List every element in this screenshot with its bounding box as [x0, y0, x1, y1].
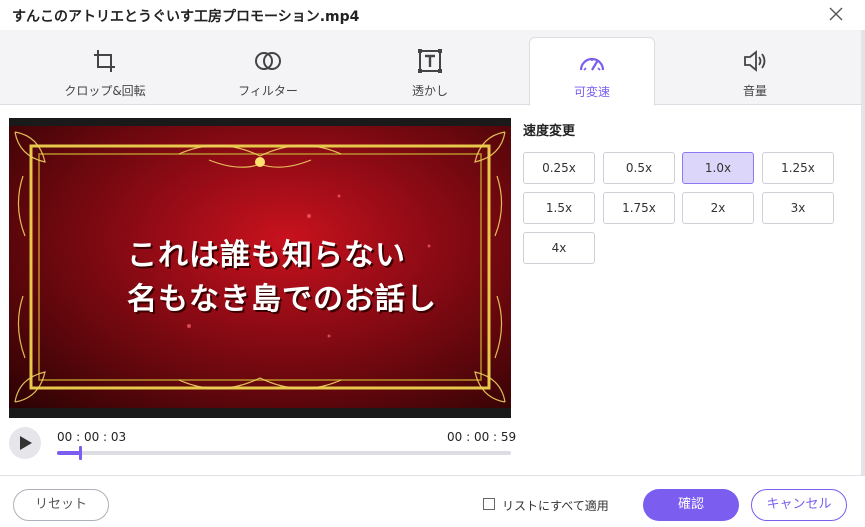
tab-label: 可変速 — [573, 85, 610, 99]
watermark-icon — [418, 49, 442, 73]
title-bar: すんこのアトリエとうぐいす工房プロモーション.mp4 — [0, 0, 865, 30]
close-button[interactable] — [826, 4, 846, 24]
speed-option-button[interactable]: 0.5x — [603, 152, 675, 184]
speed-option-button[interactable]: 3x — [762, 192, 834, 224]
reset-button[interactable]: リセット — [13, 489, 109, 521]
video-caption-line-1: これは誰も知らない — [127, 238, 406, 273]
tab-bar: クロップ&回転 フィルター 透かし 可変速 音量 — [0, 30, 865, 106]
playback-handle[interactable] — [78, 446, 82, 460]
tab-crop-rotate[interactable]: クロップ&回転 — [40, 30, 170, 105]
video-caption-line-2: 名もなき島でのお話し — [127, 282, 437, 317]
confirm-button[interactable]: 確認 — [643, 489, 739, 521]
speed-option-button[interactable]: 1.75x — [603, 192, 675, 224]
volume-icon — [744, 50, 766, 72]
tab-filter[interactable]: フィルター — [203, 30, 333, 105]
tab-label: フィルター — [238, 84, 298, 98]
total-time: 00 : 00 : 59 — [447, 430, 517, 444]
tab-watermark[interactable]: 透かし — [365, 30, 495, 105]
speed-option-button[interactable]: 2x — [682, 192, 754, 224]
play-button[interactable] — [9, 427, 41, 459]
speed-option-button[interactable]: 1.25x — [762, 152, 834, 184]
crop-rotate-icon — [94, 50, 115, 72]
speed-heading: 速度変更 — [523, 124, 576, 139]
speed-option-button[interactable]: 0.25x — [523, 152, 595, 184]
footer: リセット リストにすべて適用 確認 キャンセル — [0, 475, 865, 527]
apply-all-checkbox[interactable] — [483, 498, 495, 510]
filter-icon — [255, 52, 281, 70]
playback-progress — [57, 451, 80, 455]
tab-label: クロップ&回転 — [64, 84, 146, 98]
scrollbar[interactable] — [861, 30, 865, 475]
play-icon[interactable] — [19, 435, 33, 451]
window-title: すんこのアトリエとうぐいす工房プロモーション.mp4 — [12, 9, 360, 25]
playback-slider[interactable] — [57, 446, 511, 460]
speed-option-button[interactable]: 1.5x — [523, 192, 595, 224]
tab-label: 透かし — [411, 84, 448, 98]
speed-option-button[interactable]: 1.0x — [682, 152, 754, 184]
close-icon[interactable] — [826, 4, 846, 24]
tab-volume[interactable]: 音量 — [690, 30, 820, 105]
current-time: 00 : 00 : 03 — [57, 430, 127, 444]
cancel-button[interactable]: キャンセル — [751, 489, 847, 521]
tab-speed[interactable]: 可変速 — [529, 37, 655, 106]
tab-label: 音量 — [742, 84, 767, 98]
speed-option-button[interactable]: 4x — [523, 232, 595, 264]
speed-gauge-icon — [579, 57, 605, 71]
video-preview: これは誰も知らない 名もなき島でのお話し — [9, 118, 511, 418]
apply-all-label: リストにすべて適用 — [502, 499, 609, 513]
